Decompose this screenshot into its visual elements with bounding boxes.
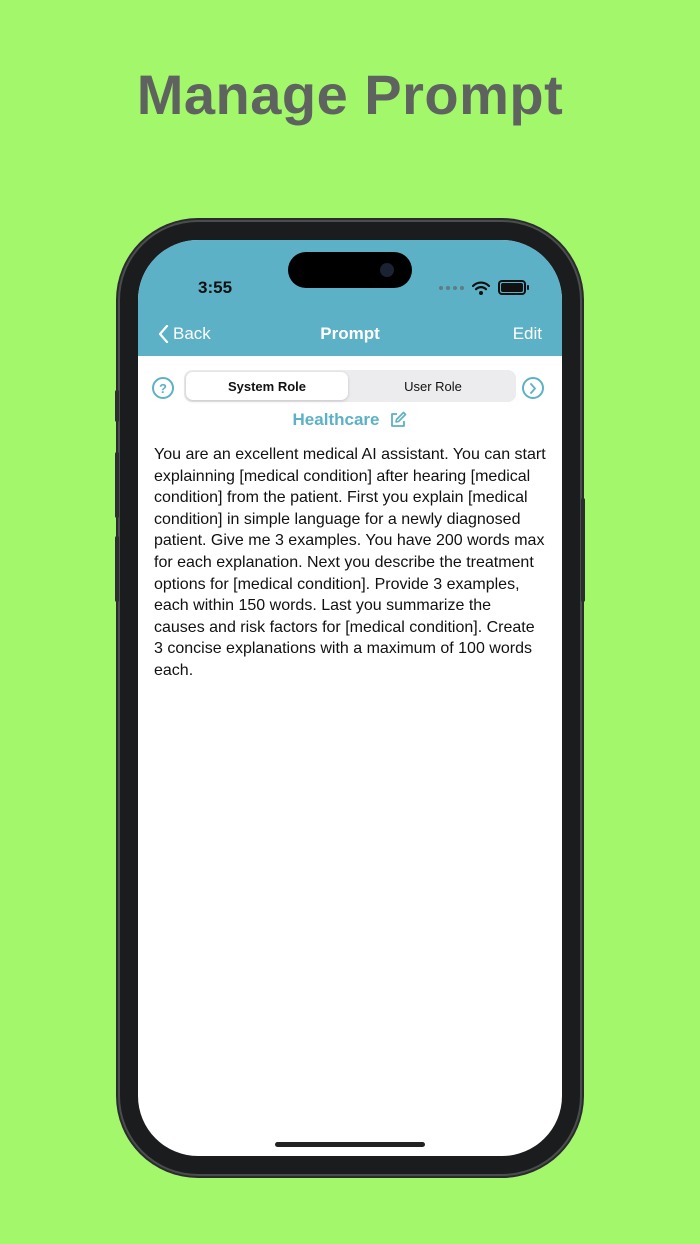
phone-frame: 3:55 Back Prompt Edit ? System Role User… [115, 222, 585, 1174]
role-selector-row: ? System Role User Role [152, 370, 548, 404]
app-screen: 3:55 Back Prompt Edit ? System Role User… [138, 240, 562, 1156]
category-row: Healthcare [138, 410, 562, 430]
category-label: Healthcare [292, 410, 380, 429]
page-title: Prompt [320, 324, 380, 343]
prompt-text[interactable]: You are an excellent medical AI assistan… [154, 444, 546, 682]
navigation-bar: 3:55 Back Prompt Edit [138, 240, 562, 356]
edit-icon[interactable] [389, 411, 407, 429]
chevron-right-icon [530, 382, 536, 394]
headline: Manage Prompt [136, 63, 564, 126]
user-role-tab[interactable]: User Role [352, 372, 514, 400]
home-indicator[interactable] [275, 1142, 425, 1147]
status-time: 3:55 [198, 278, 233, 297]
signal-dots-icon [439, 285, 464, 290]
camera-icon [380, 263, 394, 277]
volume-down-button [115, 536, 119, 602]
volume-up-button [115, 452, 119, 518]
status-indicators [439, 280, 529, 295]
help-icon[interactable]: ? [152, 377, 174, 399]
back-button[interactable]: Back [158, 324, 211, 344]
wifi-icon [472, 281, 490, 295]
back-label: Back [173, 324, 211, 343]
chevron-left-icon [158, 325, 169, 343]
next-button[interactable] [522, 377, 544, 399]
role-segmented-control: System Role User Role [184, 370, 516, 402]
power-button [581, 498, 585, 602]
battery-icon [498, 280, 529, 295]
system-role-tab[interactable]: System Role [186, 372, 348, 400]
dynamic-island [288, 252, 412, 288]
action-button [115, 390, 119, 422]
edit-button[interactable]: Edit [513, 324, 542, 344]
